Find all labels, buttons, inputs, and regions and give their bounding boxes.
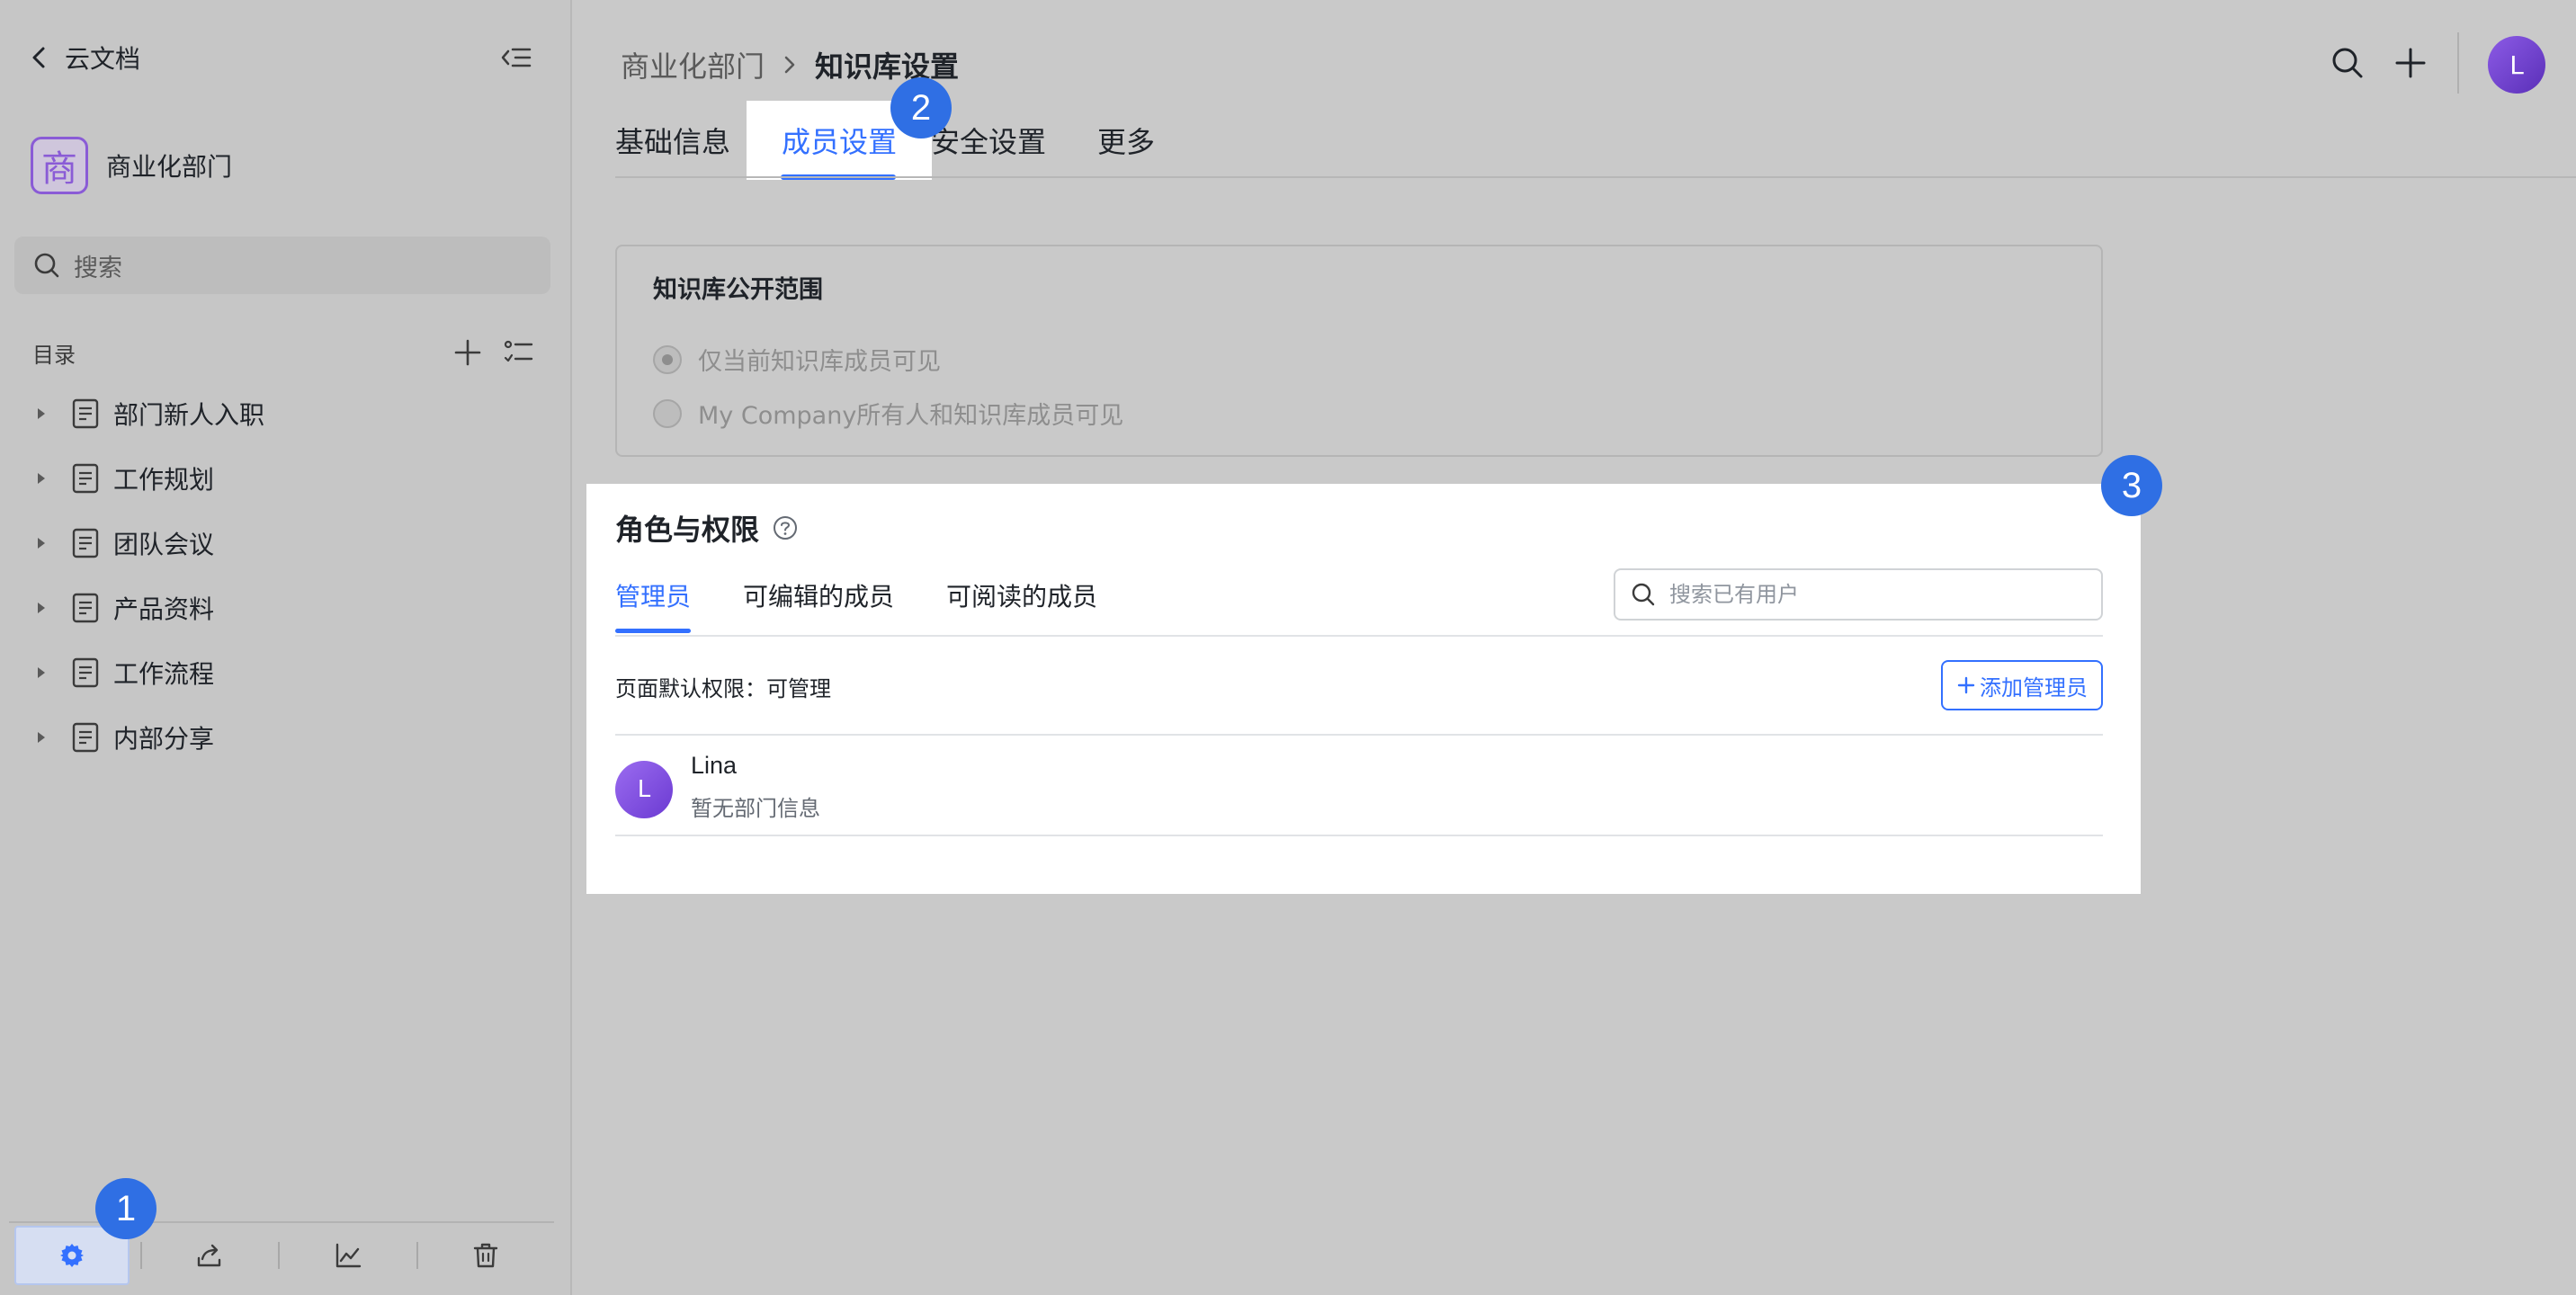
role-tab-readers[interactable]: 可阅读的成员 xyxy=(946,568,1097,633)
document-icon xyxy=(72,722,99,753)
tabs-divider xyxy=(615,176,2576,178)
sidebar-search[interactable]: 搜索 xyxy=(14,237,550,294)
toc-item[interactable]: 工作流程 xyxy=(32,640,536,705)
role-tab-admin[interactable]: 管理员 xyxy=(615,568,692,633)
tab-basic-info[interactable]: 基础信息 xyxy=(615,101,747,180)
tab-more[interactable]: 更多 xyxy=(1072,101,1180,180)
toc-item-label: 团队会议 xyxy=(113,530,215,559)
scope-title: 知识库公开范围 xyxy=(653,276,823,304)
trash-icon xyxy=(474,1243,498,1268)
app-title[interactable]: 云文档 xyxy=(65,40,140,76)
caret-right-icon[interactable] xyxy=(32,469,50,487)
analytics-button[interactable] xyxy=(280,1226,416,1285)
role-tab-editors[interactable]: 可编辑的成员 xyxy=(743,568,894,633)
toc-item[interactable]: 工作规划 xyxy=(32,446,536,511)
step-badge-3: 3 xyxy=(2101,455,2162,516)
toc-item[interactable]: 产品资料 xyxy=(32,576,536,640)
roles-permissions-panel: 角色与权限 管理员 可编辑的成员 可阅读的成员 页面默认权限：可管理 添加管理员… xyxy=(586,484,2141,894)
add-admin-button[interactable]: 添加管理员 xyxy=(1941,660,2103,710)
toc-item-label: 内部分享 xyxy=(113,724,215,754)
toc-label: 目录 xyxy=(32,342,76,368)
chart-icon xyxy=(335,1243,361,1268)
divider xyxy=(615,835,2103,836)
divider xyxy=(2457,32,2459,94)
share-icon xyxy=(198,1244,221,1267)
user-avatar[interactable]: L xyxy=(2488,36,2545,94)
help-icon[interactable] xyxy=(772,514,799,541)
toc-item[interactable]: 团队会议 xyxy=(32,511,536,576)
settings-icon xyxy=(59,1244,84,1267)
caret-right-icon[interactable] xyxy=(32,728,50,746)
scope-option[interactable]: My Company所有人和知识库成员可见 xyxy=(653,396,1123,431)
toc-item-label: 产品资料 xyxy=(113,594,215,624)
role-tabs-divider xyxy=(615,635,2103,637)
plus-icon[interactable] xyxy=(2393,45,2428,81)
roles-title-text: 角色与权限 xyxy=(615,513,760,547)
search-icon xyxy=(34,253,59,278)
sidebar: 云文档 商 商业化部门 搜索 目录 部门新人入职 工作规划 团队会议 产品资料 … xyxy=(0,0,572,1295)
toc-item-label: 工作规划 xyxy=(113,465,215,495)
search-icon[interactable] xyxy=(2330,45,2366,81)
workspace-name: 商业化部门 xyxy=(106,152,233,182)
radio-button[interactable] xyxy=(653,398,682,428)
toc-item[interactable]: 内部分享 xyxy=(32,705,536,770)
share-button[interactable] xyxy=(142,1226,278,1285)
scope-option[interactable]: 仅当前知识库成员可见 xyxy=(653,342,941,377)
caret-right-icon[interactable] xyxy=(32,664,50,682)
public-scope-card: 知识库公开范围 仅当前知识库成员可见 My Company所有人和知识库成员可见 xyxy=(615,245,2103,457)
workspace-row[interactable]: 商 商业化部门 xyxy=(31,137,232,194)
toc-item-label: 工作流程 xyxy=(113,659,215,689)
step-badge-1: 1 xyxy=(95,1178,157,1239)
role-tabs: 管理员 可编辑的成员 可阅读的成员 xyxy=(615,568,1149,633)
radio-button-selected[interactable] xyxy=(653,344,682,374)
member-search-input[interactable] xyxy=(1669,582,2065,607)
caret-right-icon[interactable] xyxy=(32,599,50,617)
document-icon xyxy=(72,657,99,688)
add-admin-label: 添加管理员 xyxy=(1980,674,2088,701)
caret-right-icon[interactable] xyxy=(32,405,50,423)
member-avatar: L xyxy=(615,761,673,818)
member-search[interactable] xyxy=(1614,568,2103,621)
document-icon xyxy=(72,463,99,494)
search-icon xyxy=(1632,583,1655,606)
scope-option-label: 仅当前知识库成员可见 xyxy=(698,348,941,376)
plus-icon xyxy=(1957,676,1975,694)
breadcrumb-current: 知识库设置 xyxy=(815,49,960,84)
step-badge-2: 2 xyxy=(890,77,952,138)
toc-list: 部门新人入职 工作规划 团队会议 产品资料 工作流程 内部分享 xyxy=(32,381,536,770)
member-department: 暂无部门信息 xyxy=(691,796,820,821)
toc-item[interactable]: 部门新人入职 xyxy=(32,381,536,446)
sidebar-toolbar xyxy=(9,1221,554,1288)
chevron-right-icon xyxy=(784,56,795,74)
member-info: Lina 暂无部门信息 xyxy=(691,752,820,822)
document-icon xyxy=(72,593,99,623)
workspace-logo: 商 xyxy=(31,137,88,194)
trash-button[interactable] xyxy=(418,1226,554,1285)
list-settings-icon[interactable] xyxy=(502,336,534,369)
sidebar-search-placeholder: 搜索 xyxy=(74,254,122,282)
sidebar-header: 云文档 xyxy=(27,40,140,76)
member-row[interactable]: L Lina 暂无部门信息 xyxy=(615,752,820,822)
divider xyxy=(615,734,2103,736)
document-icon xyxy=(72,528,99,558)
toc-header: 目录 xyxy=(32,335,536,371)
toc-item-label: 部门新人入职 xyxy=(113,400,265,430)
member-name: Lina xyxy=(691,752,738,779)
back-icon[interactable] xyxy=(27,43,52,72)
add-icon[interactable] xyxy=(452,336,484,369)
document-icon xyxy=(72,398,99,429)
default-permission: 页面默认权限：可管理 xyxy=(615,676,831,701)
scope-option-label: My Company所有人和知识库成员可见 xyxy=(698,402,1124,430)
roles-title: 角色与权限 xyxy=(615,507,799,549)
collapse-sidebar-icon[interactable] xyxy=(500,43,532,72)
breadcrumb-parent[interactable]: 商业化部门 xyxy=(621,44,765,85)
caret-right-icon[interactable] xyxy=(32,534,50,552)
